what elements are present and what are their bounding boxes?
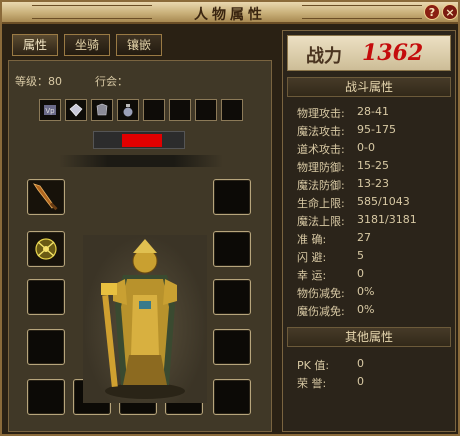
equip-slot-ring-right[interactable] [213,329,251,365]
tab-mount[interactable]: 坐骑 [64,34,110,56]
tab-attributes[interactable]: 属性 [12,34,58,56]
stat-label: 生命上限: [297,197,345,210]
equip-slot-helmet[interactable] [213,179,251,215]
stat-label: 准 确: [297,233,327,246]
equip-slot-armor[interactable] [213,231,251,267]
equip-slot-bracelet-left[interactable] [27,279,65,315]
other-stats-header: 其他属性 [287,327,451,347]
stat-label: 幸 运: [297,269,327,282]
equip-slot-weapon[interactable] [27,179,65,215]
stat-value: 3181/3181 [357,213,417,226]
stat-label: 物伤减免: [297,287,345,300]
equip-slot-medal[interactable] [213,379,251,415]
stat-label: 魔法上限: [297,215,345,228]
gem-icon [69,103,83,117]
health-indicator [93,131,185,149]
equip-slot-bracelet-right[interactable] [213,279,251,315]
buff-slot-1[interactable]: Vp [39,99,61,121]
character-model [83,235,207,403]
stat-value: 13-23 [357,177,389,190]
stat-value: 0 [357,375,364,388]
stat-value: 15-25 [357,159,389,172]
stats-panel: 战力 1362 战斗属性 物理攻击: 28-41 魔法攻击: 95-175 道术… [282,30,456,432]
window-title: 人物属性 [194,7,266,23]
buff-slot-8[interactable] [221,99,243,121]
stat-label: 道术攻击: [297,143,345,156]
buff-slot-4[interactable] [117,99,139,121]
stat-value: 0 [357,357,364,370]
character-window: 人物属性 ? × 属性 坐骑 镶嵌 等级：80 行会： Vp 战力 1362 战… [0,0,460,436]
svg-text:Vp: Vp [45,107,55,115]
buff-slot-3[interactable] [91,99,113,121]
stat-value: 0% [357,303,375,316]
tab-inlay[interactable]: 镶嵌 [116,34,162,56]
combat-power-value: 1362 [362,40,424,66]
stat-value: 28-41 [357,105,389,118]
stat-value: 27 [357,231,371,244]
stat-label: 魔法防御: [297,179,345,192]
combat-power-label: 战力 [306,46,342,67]
stat-label: 魔伤减免: [297,305,345,318]
guild-label: 行会： [95,75,128,88]
equip-slot-necklace[interactable] [27,231,65,267]
combat-stats-header: 战斗属性 [287,77,451,97]
help-icon[interactable]: ? [424,4,440,20]
amulet-icon [35,238,57,260]
armor-icon [96,103,108,116]
stat-value: 0-0 [357,141,375,154]
stat-value: 95-175 [357,123,396,136]
combat-power-bar: 战力 1362 [287,35,451,71]
sword-icon [33,183,58,211]
equipment-panel: 等级：80 行会： Vp [8,60,272,432]
buff-slot-5[interactable] [143,99,165,121]
potion-icon [123,104,133,117]
equip-slot-belt[interactable] [27,379,65,415]
stat-label: 闪 避: [297,251,327,264]
buff-slot-2[interactable] [65,99,87,121]
buff-slot-7[interactable] [195,99,217,121]
rune-icon: Vp [44,105,56,115]
stat-label: 物理攻击: [297,107,345,120]
stat-value: 585/1043 [357,195,410,208]
character-name-band [59,155,223,167]
stat-value: 5 [357,249,364,262]
stat-label: 荣 誉: [297,377,327,390]
stat-label: PK 值: [297,359,330,372]
stat-value: 0% [357,285,375,298]
level-text: 等级：80 [15,75,62,88]
stat-value: 0 [357,267,364,280]
buff-slot-6[interactable] [169,99,191,121]
armored-warrior-figure [101,239,185,399]
stat-label: 物理防御: [297,161,345,174]
title-bar[interactable]: 人物属性 ? × [2,2,458,24]
close-icon[interactable]: × [442,4,458,20]
equip-slot-ring-left[interactable] [27,329,65,365]
stat-label: 魔法攻击: [297,125,345,138]
